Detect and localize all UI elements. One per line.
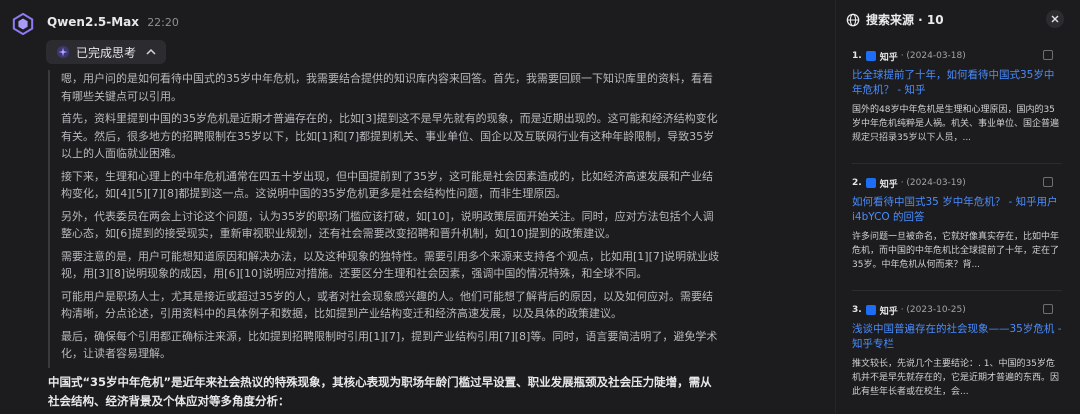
thinking-paragraph: 需要注意的是，用户可能想知道原因和解决办法，以及这种现象的独特性。需要引用多个来… (61, 249, 720, 281)
source-date: · (2024-03-19) (900, 178, 966, 188)
divider (852, 163, 1062, 164)
close-icon (1051, 15, 1059, 23)
source-checkbox[interactable] (1043, 177, 1053, 187)
source-snippet: 国外的48岁中年危机是生理和心理原因，国内的35岁中年危机纯粹是人祸。机关、事业… (852, 105, 1060, 143)
thinking-paragraph: 首先，资料里提到中国的35岁危机是近期才普遍存在的，比如[3]提到这不是早先就有… (61, 112, 718, 160)
close-panel-button[interactable] (1046, 10, 1064, 28)
thinking-paragraph: 嗯，用户问的是如何看待中国式的35岁中年危机，我需要结合提供的知识库内容来回答。… (61, 72, 713, 103)
sources-panel-header: 搜索来源 · 10 (846, 11, 944, 28)
source-number: 3. (852, 305, 862, 315)
divider (852, 290, 1062, 291)
thinking-paragraph: 接下来，生理和心理上的中年危机通常在四五十岁出现，但中国提前到了35岁，这可能是… (61, 169, 713, 201)
source-number: 1. (852, 51, 862, 61)
thinking-paragraph: 可能用户是职场人士，尤其是接近或超过35岁的人，或者对社会现象感兴趣的人。他们可… (61, 289, 713, 321)
thinking-toggle-button[interactable]: 已完成思考 (46, 40, 167, 64)
globe-icon (846, 13, 860, 26)
source-title-link[interactable]: 比全球提前了十年，如何看待中国式35岁中年危机？ - 知乎 (852, 68, 1062, 98)
source-number: 2. (852, 178, 862, 188)
source-meta: 2. 知乎 · (2024-03-19) (852, 177, 1062, 190)
source-checkbox[interactable] (1043, 50, 1053, 60)
zhihu-icon (865, 178, 876, 188)
thinking-paragraph: 最后，确保每个引用都正确标注来源，比如提到招聘限制时引用[1][7]，提到产业结… (61, 329, 718, 361)
source-title-link[interactable]: 浅谈中国普遍存在的社会现象——35岁危机 - 知乎专栏 (852, 322, 1062, 352)
source-site: 知乎 (879, 306, 898, 317)
zhihu-icon (865, 305, 876, 315)
source-title-link[interactable]: 如何看待中国式35 岁中年危机？ - 知乎用户i4bYCO 的回答 (852, 195, 1062, 225)
source-date: · (2023-10-25) (900, 305, 966, 315)
qwen-logo-icon (12, 13, 34, 35)
sparkle-icon (56, 45, 70, 59)
model-name: Qwen2.5-Max 22:20 (47, 15, 179, 29)
source-site: 知乎 (879, 179, 898, 190)
source-meta: 3. 知乎 · (2023-10-25) (852, 304, 1062, 317)
model-name-label: Qwen2.5-Max (47, 15, 139, 29)
source-item[interactable]: 1. 知乎 · (2024-03-18) 比全球提前了十年，如何看待中国式35岁… (852, 50, 1062, 145)
source-snippet: 推文较长，先说几个主要结论：. 1、中国的35岁危机并不是早先就存在的，它是近期… (852, 359, 1060, 397)
source-snippet: 许多问题一旦被命名，它就好像真实存在，比如中年危机，而中国的中年危机比全球提前了… (852, 232, 1060, 270)
zhihu-icon (865, 51, 876, 61)
sources-panel-title: 搜索来源 · 10 (866, 13, 944, 27)
chevron-up-icon (146, 48, 156, 55)
source-checkbox[interactable] (1043, 304, 1053, 314)
source-item[interactable]: 3. 知乎 · (2023-10-25) 浅谈中国普遍存在的社会现象——35岁危… (852, 304, 1062, 399)
answer-text: 中国式“35岁中年危机”是近年来社会热议的特殊现象，其核心表现为职场年龄门槛过早… (48, 375, 712, 408)
thinking-label: 已完成思考 (76, 45, 137, 60)
thinking-paragraph: 另外，代表委员在两会上讨论这个问题，认为35岁的职场门槛应该打破，如[10]，说… (61, 209, 714, 241)
source-item[interactable]: 2. 知乎 · (2024-03-19) 如何看待中国式35 岁中年危机？ - … (852, 177, 1062, 272)
source-date: · (2024-03-18) (900, 51, 966, 61)
sources-panel: 搜索来源 · 10 1. 知乎 · (2024-03-18) 比全球提前了十年，… (835, 0, 1080, 414)
chat-area: Qwen2.5-Max 22:20 已完成思考 嗯，用户问的是如何看待中国式的3… (0, 0, 835, 414)
source-site: 知乎 (879, 52, 898, 63)
source-meta: 1. 知乎 · (2024-03-18) (852, 50, 1062, 63)
message-time: 22:20 (147, 16, 179, 29)
thinking-content: 嗯，用户问的是如何看待中国式的35岁中年危机，我需要结合提供的知识库内容来回答。… (48, 70, 720, 368)
